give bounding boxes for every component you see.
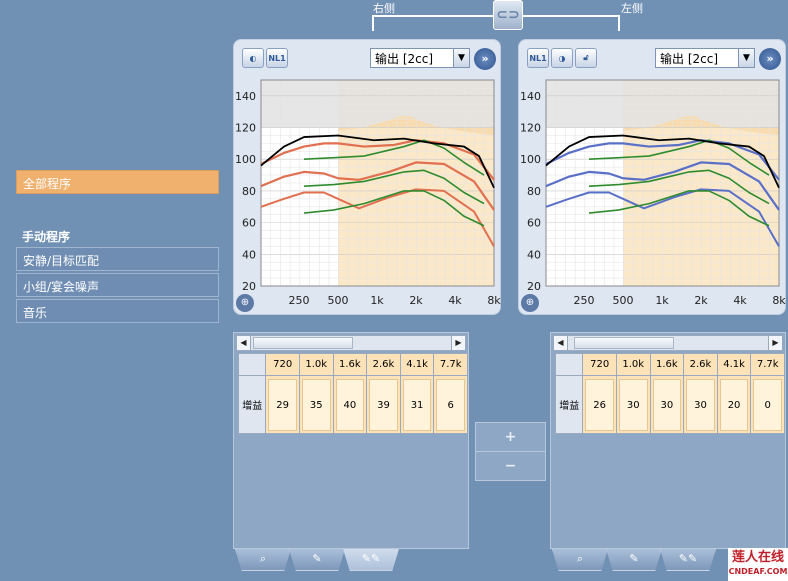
x-tick-label: 250 — [289, 294, 310, 307]
tab-tools-icon[interactable]: ✎✎ — [660, 549, 716, 571]
gain-scrollbar[interactable]: ◀ ▶ — [553, 335, 783, 351]
y-tick-label: 60 — [527, 217, 541, 230]
logo-sub-text: CNDEAF.COM — [728, 567, 788, 576]
y-tick-label: 140 — [520, 90, 541, 103]
scroll-left-icon[interactable]: ◀ — [237, 336, 251, 350]
gain-value-cell[interactable]: 29 — [268, 378, 297, 431]
gain-value-cell[interactable]: 30 — [652, 378, 682, 431]
scroll-right-icon[interactable]: ▶ — [451, 336, 465, 350]
right-tabs: ⌕ ✎ ✎✎ — [233, 549, 469, 571]
freq-header: 2.6k — [683, 353, 718, 376]
gain-value-cell[interactable]: 30 — [686, 378, 715, 431]
tab-tool-icon[interactable]: ✎ — [289, 549, 345, 571]
gain-value-cell[interactable]: 0 — [753, 378, 782, 431]
table-corner — [554, 353, 584, 376]
zoom-icon[interactable]: ⊕ — [236, 294, 254, 312]
left-bracket — [522, 15, 620, 31]
freq-header: 4.1k — [716, 353, 752, 376]
program-music[interactable]: 音乐 — [16, 299, 219, 323]
scroll-right-icon[interactable]: ▶ — [768, 336, 782, 350]
y-tick-label: 120 — [235, 122, 256, 135]
increase-gain-button[interactable]: + — [475, 422, 546, 452]
y-tick-label: 20 — [242, 280, 256, 293]
freq-header: 720 — [265, 353, 300, 376]
x-tick-label: 8k — [772, 294, 786, 307]
gain-row-label: 增益 — [237, 375, 267, 434]
program-all[interactable]: 全部程序 — [16, 170, 219, 194]
site-logo: 莲人在线 CNDEAF.COM — [728, 548, 788, 581]
freq-header: 1.0k — [615, 353, 651, 376]
program-quiet[interactable]: 安静/目标匹配 — [16, 247, 219, 271]
gain-scrollbar[interactable]: ◀ ▶ — [236, 335, 466, 351]
right-bracket — [372, 15, 494, 31]
right-ear-chart: 140 120 100 80 60 40 20 250 500 1k 2k 4k 8k — [235, 79, 501, 307]
gain-row-label: 增益 — [554, 375, 584, 434]
x-tick-label: 8k — [487, 294, 501, 307]
freq-header: 7.7k — [750, 353, 785, 376]
right-gain-panel: ◀ ▶ 720 1.0k 1.6k 2.6k 4.1k 7.7k 增益 29 3… — [233, 332, 469, 549]
left-ear-chart: 140 120 100 80 60 40 20 250 500 1k 2k 4k 8k — [520, 79, 786, 307]
gain-value-cell[interactable]: 30 — [618, 378, 648, 431]
link-icon[interactable]: ⊂⊃ — [493, 0, 523, 30]
gain-value-cell[interactable]: 40 — [335, 378, 365, 431]
tab-search-icon[interactable]: ⌕ — [235, 549, 291, 571]
manual-programs-heading: 手动程序 — [22, 230, 71, 244]
gain-value-cell[interactable]: 31 — [402, 378, 432, 431]
y-tick-label: 100 — [520, 153, 541, 166]
y-tick-label: 40 — [527, 248, 541, 261]
decrease-gain-button[interactable]: − — [475, 451, 546, 481]
x-tick-label: 4k — [733, 294, 747, 307]
logo-main-text: 莲人在线 — [731, 550, 784, 565]
tab-tool-icon[interactable]: ✎ — [606, 549, 662, 571]
freq-header: 1.0k — [298, 353, 334, 376]
right-side-label: 右侧 — [373, 2, 395, 15]
freq-header: 720 — [582, 353, 617, 376]
tab-search-icon[interactable]: ⌕ — [552, 549, 608, 571]
x-tick-label: 500 — [613, 294, 634, 307]
gain-value-cell[interactable]: 35 — [301, 378, 331, 431]
x-tick-label: 1k — [370, 294, 384, 307]
x-tick-label: 500 — [328, 294, 349, 307]
table-corner — [237, 353, 267, 376]
freq-header: 2.6k — [366, 353, 401, 376]
y-tick-label: 100 — [235, 153, 256, 166]
tab-tools-icon[interactable]: ✎✎ — [343, 549, 399, 571]
gain-value-cell[interactable]: 39 — [369, 378, 398, 431]
y-tick-label: 120 — [520, 122, 541, 135]
y-tick-label: 80 — [242, 185, 256, 198]
y-tick-label: 40 — [242, 248, 256, 261]
zoom-icon[interactable]: ⊕ — [521, 294, 539, 312]
gain-value-cell[interactable]: 20 — [719, 378, 749, 431]
left-ear-graph-panel: NL1 ◑ 🔓︎ 输出 [2cc] ▼ » 140 120 100 80 60 40 20 2… — [518, 39, 786, 315]
gain-value-cell[interactable]: 26 — [585, 378, 614, 431]
freq-header: 1.6k — [649, 353, 685, 376]
x-tick-label: 2k — [694, 294, 708, 307]
freq-header: 7.7k — [433, 353, 468, 376]
x-tick-label: 4k — [448, 294, 462, 307]
gain-value-cell[interactable]: 6 — [436, 378, 465, 431]
left-gain-panel: ◀ ▶ 720 1.0k 1.6k 2.6k 4.1k 7.7k 增益 26 3… — [550, 332, 786, 549]
x-tick-label: 1k — [655, 294, 669, 307]
y-tick-label: 60 — [242, 217, 256, 230]
y-tick-label: 140 — [235, 90, 256, 103]
x-tick-label: 2k — [409, 294, 423, 307]
scroll-left-icon[interactable]: ◀ — [554, 336, 568, 350]
left-gain-table: 720 1.0k 1.6k 2.6k 4.1k 7.7k 增益 26 30 30… — [554, 353, 785, 434]
y-tick-label: 80 — [527, 185, 541, 198]
right-gain-table: 720 1.0k 1.6k 2.6k 4.1k 7.7k 增益 29 35 40… — [237, 353, 468, 434]
program-group-noise[interactable]: 小组/宴会噪声 — [16, 273, 219, 297]
right-ear-graph-panel: ◐ NL1 输出 [2cc] ▼ » 140 120 100 80 60 40 20 250 5… — [233, 39, 501, 315]
freq-header: 4.1k — [399, 353, 435, 376]
freq-header: 1.6k — [332, 353, 368, 376]
x-tick-label: 250 — [574, 294, 595, 307]
scroll-thumb[interactable] — [574, 337, 674, 349]
y-tick-label: 20 — [527, 280, 541, 293]
scroll-thumb[interactable] — [253, 337, 353, 349]
left-side-label: 左侧 — [621, 2, 643, 15]
